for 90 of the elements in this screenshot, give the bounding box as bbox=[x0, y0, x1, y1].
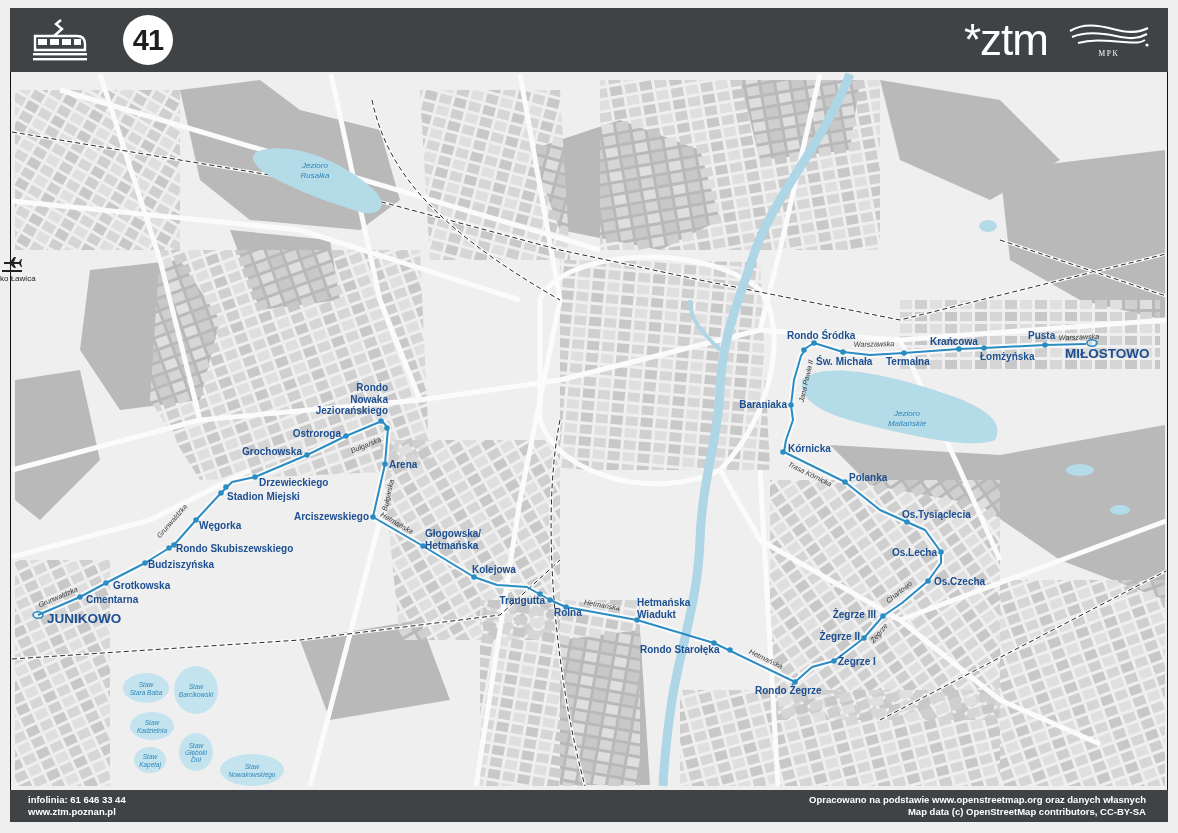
stop-dot-icon bbox=[193, 517, 199, 523]
stop-dot-icon bbox=[537, 591, 543, 597]
stop-label: Rondo Starołęka bbox=[640, 644, 720, 656]
stop-dot-icon bbox=[304, 452, 310, 458]
stop-dot-icon bbox=[901, 350, 907, 356]
stop-dot-icon bbox=[727, 647, 733, 653]
stop-dot-icon bbox=[1042, 342, 1048, 348]
stop-dot-icon bbox=[382, 461, 388, 467]
stop-label: Węgorka bbox=[199, 520, 242, 532]
stop-label: Głogowska/ Hetmańska bbox=[425, 528, 482, 551]
stop-dot-icon bbox=[831, 658, 837, 664]
stop-label: Kórnicka bbox=[788, 443, 831, 455]
stop-dot-icon bbox=[471, 574, 477, 580]
stop-dot-icon bbox=[780, 449, 786, 455]
stop-label: MIŁOSTOWO bbox=[1065, 346, 1150, 362]
stop-dot-icon bbox=[925, 578, 931, 584]
credits-text: Opracowano na podstawie www.openstreetmap.org oraz danych własnych bbox=[809, 794, 1146, 806]
stop-label: Żegrze I bbox=[838, 656, 876, 668]
pond bbox=[979, 220, 997, 232]
tram-icon bbox=[33, 19, 87, 61]
airplane-icon bbox=[2, 256, 22, 272]
stop-label: Hetmańska Wiadukt bbox=[637, 597, 691, 620]
pond bbox=[123, 673, 169, 703]
stop-dot-icon bbox=[938, 549, 944, 555]
stop-dot-icon bbox=[142, 560, 148, 566]
stop-dot-icon bbox=[811, 340, 817, 346]
stop-label: Budziszyńska bbox=[148, 559, 215, 571]
stop-dot-icon bbox=[861, 635, 867, 641]
stop-label: Żegrze II bbox=[819, 631, 860, 643]
stop-label: Polanka bbox=[849, 472, 888, 484]
stop-dot-icon bbox=[904, 519, 910, 525]
stop-label: Łomżyńska bbox=[980, 351, 1035, 363]
stop-dot-icon bbox=[842, 479, 848, 485]
stop-label: Rolna bbox=[554, 607, 582, 619]
stop-label: Stadion Miejski bbox=[227, 491, 300, 503]
stop-label: Grotkowska bbox=[113, 580, 171, 592]
pond bbox=[1110, 505, 1130, 515]
stop-dot-icon bbox=[370, 514, 376, 520]
stop-label: Baraniaka bbox=[739, 399, 787, 411]
pond bbox=[220, 754, 284, 786]
stop-dot-icon bbox=[801, 347, 807, 353]
lake-label: Jezioro Maltańskie bbox=[887, 408, 927, 428]
stop-label: Żegrze III bbox=[832, 609, 876, 621]
stop-dot-icon bbox=[880, 613, 886, 619]
stop-label: Rondo Nowaka Jeziorańskiego bbox=[315, 382, 388, 417]
stop-label: Rondo Żegrze bbox=[755, 685, 822, 697]
credits-text: Map data (c) OpenStreetMap contributors, CC-BY-SA bbox=[906, 806, 1146, 818]
stop-label: Św. Michała bbox=[816, 356, 873, 368]
stop-label: Pusta bbox=[1028, 330, 1056, 342]
stop-dot-icon bbox=[420, 543, 426, 549]
lake-label: Jezioro Rusałka bbox=[300, 160, 330, 180]
stop-label: Rondo Skubiszewskiego bbox=[176, 543, 294, 555]
stop-label: Os.Tysiąclecia bbox=[902, 509, 971, 521]
stop-dot-icon bbox=[840, 349, 846, 355]
stop-label: Traugutta bbox=[499, 595, 545, 607]
contact-text: www.ztm.poznan.pl bbox=[28, 806, 117, 818]
pond bbox=[179, 733, 213, 771]
stop-label: Cmentarna bbox=[86, 594, 139, 606]
stop-label: Krańcowa bbox=[930, 336, 978, 348]
stop-label: Ostroroga bbox=[292, 428, 341, 440]
turning-loop-icon bbox=[32, 611, 44, 619]
stop-dot-icon bbox=[547, 597, 553, 603]
stop-dot-icon bbox=[563, 604, 569, 610]
pond bbox=[134, 747, 166, 773]
pond bbox=[1066, 464, 1094, 476]
turning-loop-icon bbox=[1086, 339, 1098, 347]
ztm-logo: *ztm bbox=[964, 18, 1048, 62]
stop-dot-icon bbox=[711, 640, 717, 646]
stop-dot-icon bbox=[252, 474, 258, 480]
stop-dot-icon bbox=[77, 594, 83, 600]
stop-label: JUNIKOWO bbox=[47, 611, 122, 627]
route-number-badge: 41 bbox=[123, 15, 173, 65]
stop-dot-icon bbox=[343, 433, 349, 439]
stop-label: Kolejowa bbox=[472, 564, 516, 576]
stop-label: Drzewieckiego bbox=[259, 477, 329, 489]
stop-label: Rondo Śródka bbox=[787, 330, 856, 341]
stop-label: Arciszewskiego bbox=[293, 511, 369, 523]
stop-label: Os.Lecha bbox=[891, 547, 937, 559]
stop-label: Grochowska bbox=[241, 446, 302, 458]
stop-dot-icon bbox=[634, 617, 640, 623]
stop-dot-icon bbox=[981, 345, 987, 351]
stop-label: Os.Czecha bbox=[934, 576, 986, 588]
stop-dot-icon bbox=[103, 580, 109, 586]
contact-text: infolinia: 61 646 33 44 bbox=[28, 794, 126, 806]
stop-dot-icon bbox=[792, 679, 798, 685]
airport-label: ko Ławica bbox=[0, 274, 36, 284]
stop-label: Termalna bbox=[886, 356, 930, 368]
stop-dot-icon bbox=[956, 346, 962, 352]
stop-label: Arena bbox=[389, 459, 418, 471]
stop-dot-icon bbox=[788, 402, 794, 408]
